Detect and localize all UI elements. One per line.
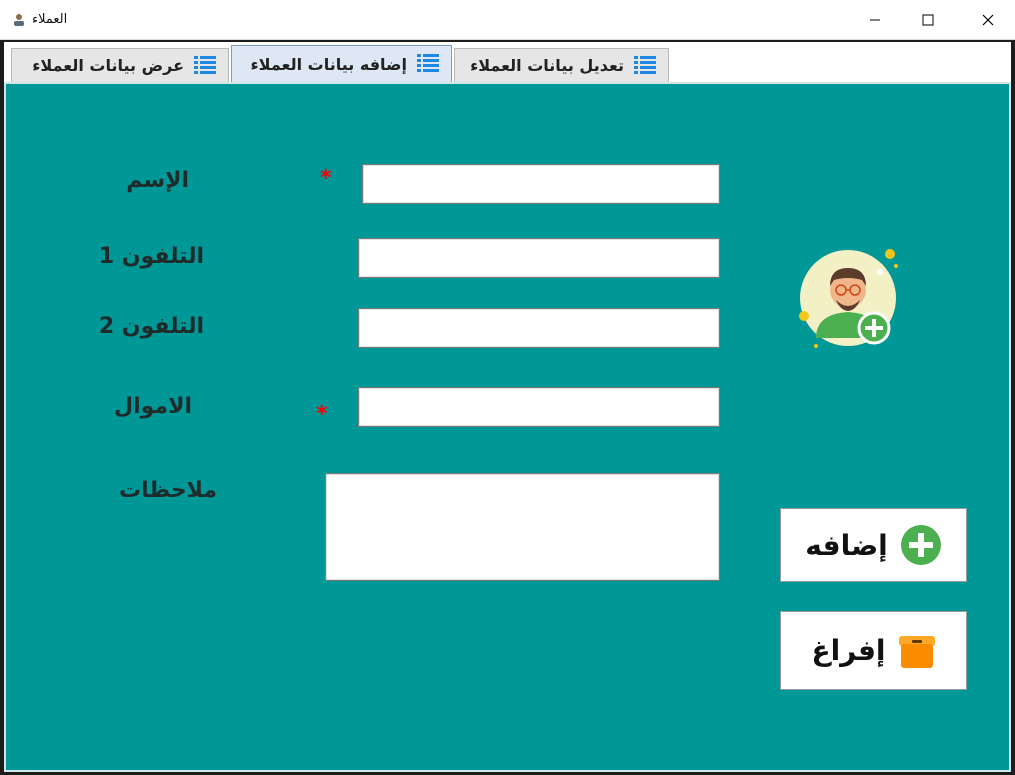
plus-circle-icon xyxy=(900,525,941,565)
add-button[interactable]: إضافه xyxy=(780,508,967,582)
add-button-label: إضافه xyxy=(805,528,888,562)
phone1-input[interactable] xyxy=(359,239,719,277)
clear-button-label: إفراغ xyxy=(811,634,886,667)
window-title: العملاء xyxy=(32,12,68,27)
list-icon xyxy=(634,55,656,74)
phone1-field[interactable] xyxy=(358,238,720,278)
name-input[interactable] xyxy=(363,165,719,203)
tab-strip: عرض بيانات العملاء إضافه بيانات العملاء … xyxy=(4,42,1011,82)
name-field[interactable] xyxy=(362,164,720,204)
money-label: الاموال xyxy=(114,394,192,419)
title-bar: العملاء xyxy=(0,0,1015,40)
list-icon xyxy=(194,55,216,74)
name-label: الإسم xyxy=(126,168,189,193)
tab-label: تعديل بيانات العملاء xyxy=(470,56,624,75)
phone1-label: التلفون 1 xyxy=(98,244,204,269)
close-icon xyxy=(982,14,994,26)
tab-view-customers[interactable]: عرض بيانات العملاء xyxy=(11,48,229,82)
notes-textarea[interactable] xyxy=(326,474,719,580)
minimize-button[interactable] xyxy=(852,0,898,40)
app-icon xyxy=(14,14,24,26)
add-user-avatar-icon xyxy=(799,249,898,348)
box-icon xyxy=(898,635,935,668)
notes-field[interactable] xyxy=(325,473,720,581)
money-field[interactable] xyxy=(358,387,720,427)
phone2-label: التلفون 2 xyxy=(98,314,204,339)
money-input[interactable] xyxy=(359,388,719,426)
tab-label: إضافه بيانات العملاء xyxy=(250,54,408,74)
clear-button[interactable]: إفراغ xyxy=(780,611,967,690)
maximize-icon xyxy=(922,14,934,26)
tab-add-customer[interactable]: إضافه بيانات العملاء xyxy=(231,45,452,82)
maximize-button[interactable] xyxy=(905,0,951,40)
tab-label: عرض بيانات العملاء xyxy=(32,56,184,75)
phone2-input[interactable] xyxy=(359,309,719,347)
add-customer-panel: الإسم * التلفون 1 التلفون 2 الاموال * مل… xyxy=(4,82,1011,772)
name-required-mark: * xyxy=(320,166,332,191)
phone2-field[interactable] xyxy=(358,308,720,348)
list-icon xyxy=(417,54,439,72)
money-required-mark: * xyxy=(316,402,328,427)
minimize-icon xyxy=(870,19,880,21)
tab-edit-customer[interactable]: تعديل بيانات العملاء xyxy=(454,48,669,82)
notes-label: ملاحظات xyxy=(119,478,217,503)
close-button[interactable] xyxy=(965,0,1011,40)
